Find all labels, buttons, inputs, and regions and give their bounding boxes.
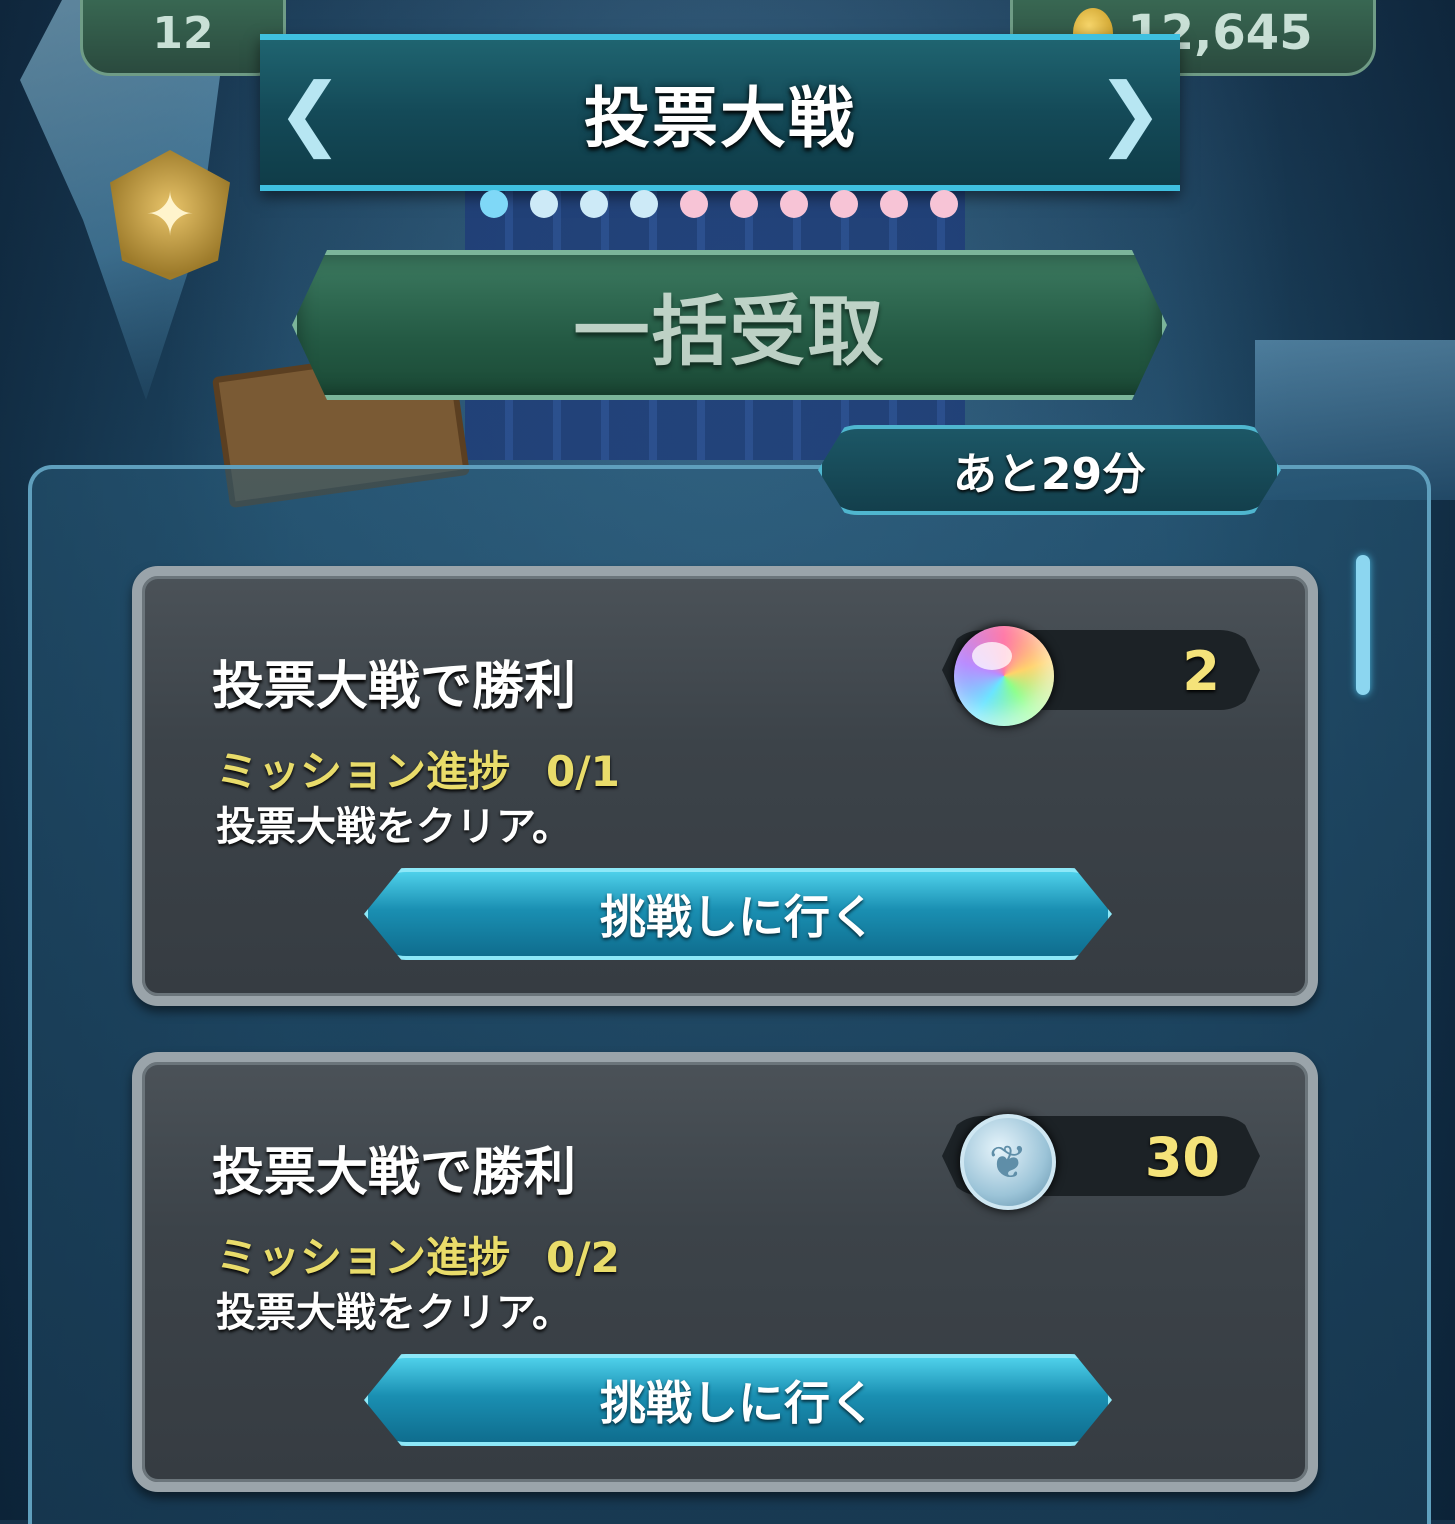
reward-amount: 2 bbox=[1182, 640, 1220, 703]
time-remaining-text: あと29分 bbox=[952, 449, 1147, 500]
pagination-dot[interactable] bbox=[930, 190, 958, 218]
ornament-left-icon: ❮ bbox=[276, 66, 344, 159]
progress-label: ミッション進捗 bbox=[216, 1233, 511, 1282]
progress-count: 0/1 bbox=[546, 747, 620, 796]
challenge-button[interactable]: 挑戦しに行く bbox=[364, 868, 1112, 960]
pagination-dot[interactable] bbox=[630, 190, 658, 218]
reward-amount: 30 bbox=[1144, 1126, 1220, 1189]
challenge-button-label: 挑戦しに行く bbox=[600, 890, 876, 944]
mission-description: 投票大戦をクリア。 bbox=[216, 1290, 572, 1336]
mission-card: 投票大戦で勝利 2 ミッション進捗 0/1 投票大戦をクリア。 挑戦しに行く bbox=[132, 566, 1318, 1006]
time-remaining-badge: あと29分 bbox=[818, 425, 1281, 515]
pagination-dot[interactable] bbox=[830, 190, 858, 218]
mission-title: 投票大戦で勝利 bbox=[212, 1143, 577, 1203]
pagination-dots bbox=[480, 190, 958, 218]
mission-progress: ミッション進捗 0/2 bbox=[216, 1224, 620, 1285]
mission-card: 投票大戦で勝利 30 ❦ ミッション進捗 0/2 投票大戦をクリア。 挑戦しに行く bbox=[132, 1052, 1318, 1492]
challenge-button[interactable]: 挑戦しに行く bbox=[364, 1354, 1112, 1446]
pagination-dot[interactable] bbox=[880, 190, 908, 218]
page-title: 投票大戦 bbox=[584, 79, 856, 157]
progress-count: 0/2 bbox=[546, 1233, 620, 1282]
mission-progress: ミッション進捗 0/1 bbox=[216, 738, 620, 799]
feather-medallion-icon: ❦ bbox=[960, 1114, 1056, 1210]
challenge-button-label: 挑戦しに行く bbox=[600, 1376, 876, 1430]
pagination-dot[interactable] bbox=[480, 190, 508, 218]
claim-all-button[interactable]: 一括受取 bbox=[292, 250, 1167, 400]
scrollbar[interactable] bbox=[1356, 555, 1370, 695]
pagination-dot[interactable] bbox=[680, 190, 708, 218]
stamina-value: 12 bbox=[152, 7, 214, 59]
pagination-dot[interactable] bbox=[730, 190, 758, 218]
mission-description: 投票大戦をクリア。 bbox=[216, 804, 572, 850]
title-bar: ❮ 投票大戦 ❯ bbox=[260, 34, 1180, 191]
pagination-dot[interactable] bbox=[780, 190, 808, 218]
mission-title: 投票大戦で勝利 bbox=[212, 657, 577, 717]
orb-icon bbox=[954, 626, 1054, 726]
progress-label: ミッション進捗 bbox=[216, 747, 511, 796]
pagination-dot[interactable] bbox=[530, 190, 558, 218]
claim-all-label: 一括受取 bbox=[573, 287, 886, 376]
ornament-right-icon: ❯ bbox=[1096, 66, 1164, 159]
pagination-dot[interactable] bbox=[580, 190, 608, 218]
stamina-display: 12 bbox=[80, 0, 286, 76]
